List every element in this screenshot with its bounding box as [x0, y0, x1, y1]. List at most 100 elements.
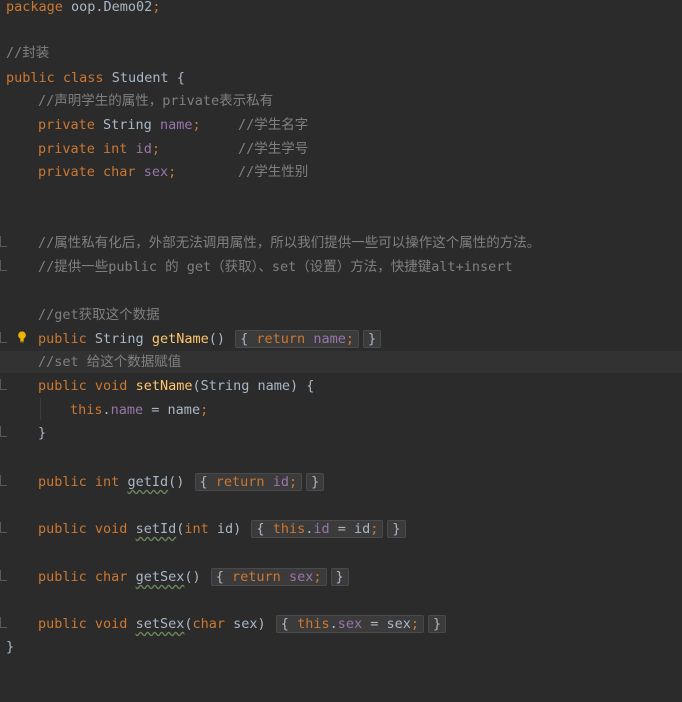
paren-open: ( — [184, 616, 193, 632]
method-name[interactable]: getId — [127, 474, 168, 490]
keyword: public — [38, 331, 87, 347]
brace: } — [392, 521, 401, 537]
folded-method-body[interactable]: { return name; — [235, 330, 359, 348]
folded-brace[interactable]: } — [428, 615, 447, 633]
keyword: private — [38, 141, 95, 157]
code-line-comment[interactable]: //提供一些public 的 get（获取）、set（设置）方法，快捷键alt+… — [0, 256, 682, 278]
keyword: return — [256, 331, 306, 347]
semicolon: ; — [370, 521, 379, 537]
method-name[interactable]: getName — [152, 331, 209, 347]
dot: . — [102, 402, 111, 418]
comment: //set 给这个数据赋值 — [38, 354, 182, 370]
comment: //学生学号 — [238, 141, 309, 157]
assignment: = id — [329, 521, 371, 537]
brace: { — [240, 331, 249, 347]
field-identifier: id — [272, 474, 289, 490]
semicolon: ; — [151, 141, 160, 157]
field-identifier: id — [135, 141, 152, 157]
code-line-comment[interactable]: //封装 — [0, 42, 682, 64]
code-line-getId[interactable]: public int getId() { return id;} — [0, 471, 682, 493]
keyword: public — [6, 70, 55, 86]
keyword: this — [297, 616, 330, 632]
comment: //提供一些public 的 get（获取）、set（设置）方法，快捷键alt+… — [38, 259, 513, 275]
keyword: return — [232, 569, 281, 585]
type: String — [94, 117, 160, 133]
folded-brace[interactable]: } — [362, 330, 382, 348]
code-line-comment-current[interactable]: //set 给这个数据赋值 — [0, 351, 682, 373]
folded-method-body[interactable]: { return id; — [194, 473, 303, 491]
code-line-setName[interactable]: public void setName(String name) { — [0, 375, 682, 397]
keyword: private — [38, 117, 95, 133]
param-name: id) — [208, 521, 242, 537]
code-line-class-declaration[interactable]: public class Student { — [0, 67, 682, 89]
keyword: public — [38, 616, 87, 632]
parens: () — [168, 474, 185, 490]
code-line-package[interactable]: package oop.Demo02; — [0, 0, 682, 18]
field-identifier: sex — [143, 164, 169, 180]
keyword: this — [272, 521, 306, 537]
keyword: public — [38, 569, 87, 585]
semicolon: ; — [152, 0, 161, 15]
brace: } — [433, 616, 442, 632]
keyword: package — [6, 0, 63, 15]
code-line-setSex[interactable]: public void setSex(char sex) { this.sex … — [0, 613, 682, 635]
keyword: this — [70, 402, 103, 418]
code-line-field-sex[interactable]: private char sex; //学生性别 — [0, 161, 682, 183]
folded-brace[interactable]: } — [306, 473, 325, 491]
keyword: public — [38, 474, 87, 490]
semicolon: ; — [200, 402, 209, 418]
field-identifier: sex — [337, 616, 363, 632]
comment: //属性私有化后，外部无法调用属性，所以我们提供一些可以操作这个属性的方法。 — [38, 235, 541, 251]
code-line-setId[interactable]: public void setId(int id) { this.id = id… — [0, 518, 682, 540]
semicolon: ; — [168, 164, 177, 180]
method-name[interactable]: getSex — [136, 569, 185, 585]
method-name[interactable]: setName — [136, 378, 193, 394]
folded-brace[interactable]: } — [387, 520, 406, 538]
dot: . — [329, 616, 338, 632]
brace: } — [38, 425, 47, 441]
brace: } — [6, 639, 15, 655]
field-identifier: name — [159, 117, 193, 133]
brace: } — [311, 474, 320, 490]
keyword: void — [94, 378, 128, 394]
parens: () — [208, 331, 225, 347]
method-name[interactable]: setId — [136, 521, 177, 537]
semicolon: ; — [288, 474, 298, 490]
parens: () — [184, 569, 201, 585]
code-line-getSex[interactable]: public char getSex() { return sex;} — [0, 566, 682, 588]
method-name[interactable]: setSex — [136, 616, 185, 632]
folded-method-body[interactable]: { this.id = id; — [251, 520, 384, 538]
field-identifier: sex — [288, 569, 314, 585]
code-line-field-name[interactable]: private String name; //学生名字 — [0, 114, 682, 136]
code-line-setName-body[interactable]: this.name = name; — [0, 399, 682, 421]
folded-brace[interactable]: } — [330, 568, 349, 586]
code-line-comment[interactable]: //属性私有化后，外部无法调用属性，所以我们提供一些可以操作这个属性的方法。 — [0, 232, 682, 254]
comment: //学生名字 — [238, 117, 309, 133]
code-editor[interactable]: package oop.Demo02; //封装 public class St… — [0, 0, 682, 698]
code-line-close-brace[interactable]: } — [0, 422, 682, 444]
semicolon: ; — [345, 331, 354, 347]
folded-method-body[interactable]: { this.sex = sex; — [275, 615, 425, 633]
assignment: = sex — [362, 616, 411, 632]
brace: } — [367, 331, 377, 347]
keyword: int — [184, 521, 209, 537]
brace: { — [215, 569, 224, 585]
field-identifier: id — [313, 521, 330, 537]
keyword: public — [38, 521, 87, 537]
field-identifier: name — [110, 402, 144, 418]
type: String — [86, 331, 152, 347]
code-line-close-class[interactable]: } — [0, 636, 682, 658]
folded-method-body[interactable]: { return sex; — [210, 568, 327, 586]
code-line-getName[interactable]: public String getName() { return name;} — [0, 328, 682, 350]
keyword: char — [192, 616, 226, 632]
field-identifier: name — [313, 331, 346, 347]
code-line-field-id[interactable]: private int id; //学生学号 — [0, 138, 682, 160]
semicolon: ; — [313, 569, 322, 585]
keyword: class — [62, 70, 104, 86]
package-name: oop.Demo02 — [62, 0, 153, 15]
code-line-comment[interactable]: //声明学生的属性，private表示私有 — [0, 90, 682, 112]
keyword: return — [215, 474, 265, 490]
code-line-comment[interactable]: //get获取这个数据 — [0, 304, 682, 326]
comment: //封装 — [6, 45, 50, 61]
keyword: void — [94, 616, 128, 632]
